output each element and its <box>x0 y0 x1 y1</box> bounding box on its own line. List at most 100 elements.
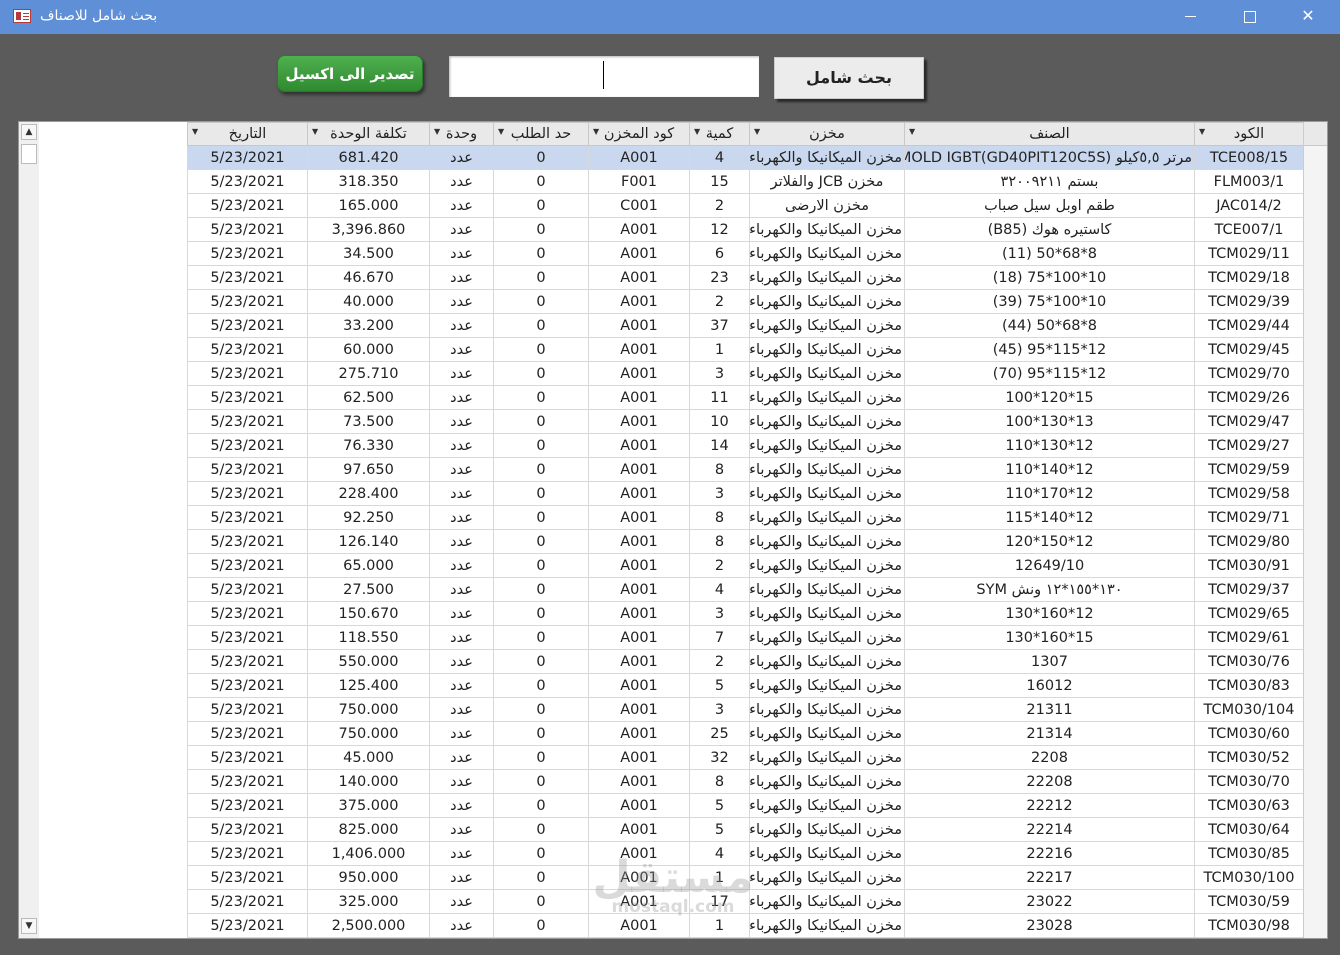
table-cell[interactable]: عدد <box>429 169 494 194</box>
table-cell[interactable]: 0 <box>493 817 589 842</box>
table-cell[interactable]: A001 <box>588 337 690 362</box>
table-cell[interactable]: 23022 <box>904 889 1195 914</box>
table-cell[interactable]: مخزن الميكانيكا والكهرباء <box>749 361 905 386</box>
table-cell[interactable]: 950.000 <box>307 865 430 890</box>
table-cell[interactable]: TCM030/59 <box>1194 889 1304 914</box>
table-cell[interactable]: A001 <box>588 649 690 674</box>
table-cell[interactable]: A001 <box>588 769 690 794</box>
table-cell[interactable]: 12*160*130 <box>904 601 1195 626</box>
table-cell[interactable]: TCM030/76 <box>1194 649 1304 674</box>
table-cell[interactable]: عدد <box>429 529 494 554</box>
table-cell[interactable]: TCM029/61 <box>1194 625 1304 650</box>
table-cell[interactable]: 125.400 <box>307 673 430 698</box>
table-cell[interactable]: مرتر ٥,٥كيلو (MOLD IGBT(GD40PIT120C5S <box>904 145 1195 170</box>
table-row[interactable]: 5/23/2021 33.200 عدد 0 A001 37 مخزن الميكانيكا… <box>187 313 1304 338</box>
table-row[interactable]: 5/23/2021 73.500 عدد 0 A001 10 مخزن الميكانيكا… <box>187 409 1304 434</box>
table-cell[interactable]: 0 <box>493 865 589 890</box>
table-cell[interactable]: 681.420 <box>307 145 430 170</box>
table-cell[interactable]: عدد <box>429 817 494 842</box>
table-cell[interactable]: 22214 <box>904 817 1195 842</box>
table-cell[interactable]: 0 <box>493 337 589 362</box>
table-cell[interactable]: 7 <box>689 625 750 650</box>
column-header[interactable]: مخزن ▼ <box>749 122 905 146</box>
table-cell[interactable]: 5/23/2021 <box>187 841 308 866</box>
table-cell[interactable]: 228.400 <box>307 481 430 506</box>
table-cell[interactable]: TCM030/52 <box>1194 745 1304 770</box>
table-cell[interactable]: 8 <box>689 529 750 554</box>
table-cell[interactable]: 5/23/2021 <box>187 433 308 458</box>
table-cell[interactable]: 5/23/2021 <box>187 481 308 506</box>
table-cell[interactable]: 22217 <box>904 865 1195 890</box>
table-cell[interactable]: 5/23/2021 <box>187 865 308 890</box>
table-cell[interactable]: عدد <box>429 385 494 410</box>
table-row[interactable]: 5/23/2021 34.500 عدد 0 A001 6 مخزن الميكانيكا … <box>187 241 1304 266</box>
column-header[interactable]: كمية ▼ <box>689 122 750 146</box>
table-cell[interactable]: 318.350 <box>307 169 430 194</box>
table-cell[interactable]: طقم اوبل سيل صباب <box>904 193 1195 218</box>
table-cell[interactable]: ١٣٠*١٥٥*١٢ ونش SYM <box>904 577 1195 602</box>
table-cell[interactable]: A001 <box>588 841 690 866</box>
table-cell[interactable]: مخزن الميكانيكا والكهرباء <box>749 913 905 938</box>
table-cell[interactable]: 13*130*100 <box>904 409 1195 434</box>
table-cell[interactable]: A001 <box>588 481 690 506</box>
table-cell[interactable]: 2 <box>689 289 750 314</box>
table-cell[interactable]: مخزن الميكانيكا والكهرباء <box>749 865 905 890</box>
column-header[interactable]: تكلفة الوحدة ▼ <box>307 122 430 146</box>
table-cell[interactable]: عدد <box>429 553 494 578</box>
table-cell[interactable]: A001 <box>588 265 690 290</box>
table-cell[interactable]: 5/23/2021 <box>187 697 308 722</box>
table-row[interactable]: 5/23/2021 126.140 عدد 0 A001 8 مخزن الميكانيكا… <box>187 529 1304 554</box>
table-cell[interactable]: TCM029/44 <box>1194 313 1304 338</box>
table-cell[interactable]: 3 <box>689 361 750 386</box>
table-cell[interactable]: مخزن الميكانيكا والكهرباء <box>749 601 905 626</box>
table-cell[interactable]: 3 <box>689 481 750 506</box>
table-cell[interactable]: 3,396.860 <box>307 217 430 242</box>
table-row[interactable]: 5/23/2021 950.000 عدد 0 A001 1 مخزن الميكانيكا… <box>187 865 1304 890</box>
table-cell[interactable]: A001 <box>588 889 690 914</box>
table-cell[interactable]: 62.500 <box>307 385 430 410</box>
table-row[interactable]: 5/23/2021 825.000 عدد 0 A001 5 مخزن الميكانيكا… <box>187 817 1304 842</box>
table-cell[interactable]: 8*68*50 (44) <box>904 313 1195 338</box>
table-cell[interactable]: مخزن الميكانيكا والكهرباء <box>749 769 905 794</box>
table-cell[interactable]: A001 <box>588 433 690 458</box>
table-cell[interactable]: مخزن الارضى <box>749 193 905 218</box>
table-cell[interactable]: 27.500 <box>307 577 430 602</box>
table-cell[interactable]: 0 <box>493 193 589 218</box>
table-cell[interactable]: 3 <box>689 697 750 722</box>
table-cell[interactable]: مخزن الميكانيكا والكهرباء <box>749 409 905 434</box>
table-cell[interactable]: 2 <box>689 193 750 218</box>
table-cell[interactable]: عدد <box>429 289 494 314</box>
table-cell[interactable]: TCM030/63 <box>1194 793 1304 818</box>
table-cell[interactable]: 16012 <box>904 673 1195 698</box>
table-cell[interactable]: 5/23/2021 <box>187 169 308 194</box>
column-header[interactable]: كود المخزن ▼ <box>588 122 690 146</box>
table-cell[interactable]: 8 <box>689 769 750 794</box>
table-cell[interactable]: A001 <box>588 601 690 626</box>
table-cell[interactable]: 17 <box>689 889 750 914</box>
filter-dropdown-icon[interactable]: ▼ <box>498 127 504 136</box>
table-cell[interactable]: عدد <box>429 769 494 794</box>
table-cell[interactable]: 5/23/2021 <box>187 361 308 386</box>
table-cell[interactable]: مخزن الميكانيكا والكهرباء <box>749 385 905 410</box>
table-cell[interactable]: كاستيره هوك (B85) <box>904 217 1195 242</box>
table-cell[interactable]: 5/23/2021 <box>187 793 308 818</box>
filter-dropdown-icon[interactable]: ▼ <box>434 127 440 136</box>
table-cell[interactable]: مخزن الميكانيكا والكهرباء <box>749 793 905 818</box>
table-cell[interactable]: A001 <box>588 745 690 770</box>
table-cell[interactable]: مخزن الميكانيكا والكهرباء <box>749 505 905 530</box>
table-cell[interactable]: مخزن الميكانيكا والكهرباء <box>749 745 905 770</box>
table-cell[interactable]: A001 <box>588 409 690 434</box>
table-row[interactable]: 5/23/2021 681.420 عدد 0 A001 4 مخزن الميكانيكا… <box>187 145 1304 170</box>
table-cell[interactable]: A001 <box>588 505 690 530</box>
table-cell[interactable]: 4 <box>689 145 750 170</box>
table-cell[interactable]: مخزن الميكانيكا والكهرباء <box>749 841 905 866</box>
table-cell[interactable]: 46.670 <box>307 265 430 290</box>
table-cell[interactable]: 1 <box>689 337 750 362</box>
table-cell[interactable]: A001 <box>588 361 690 386</box>
table-row[interactable]: 5/23/2021 125.400 عدد 0 A001 5 مخزن الميكانيكا… <box>187 673 1304 698</box>
table-row[interactable]: 5/23/2021 118.550 عدد 0 A001 7 مخزن الميكانيكا… <box>187 625 1304 650</box>
table-cell[interactable]: 5/23/2021 <box>187 217 308 242</box>
table-cell[interactable]: 22212 <box>904 793 1195 818</box>
table-cell[interactable]: 12*140*110 <box>904 457 1195 482</box>
table-cell[interactable]: 97.650 <box>307 457 430 482</box>
